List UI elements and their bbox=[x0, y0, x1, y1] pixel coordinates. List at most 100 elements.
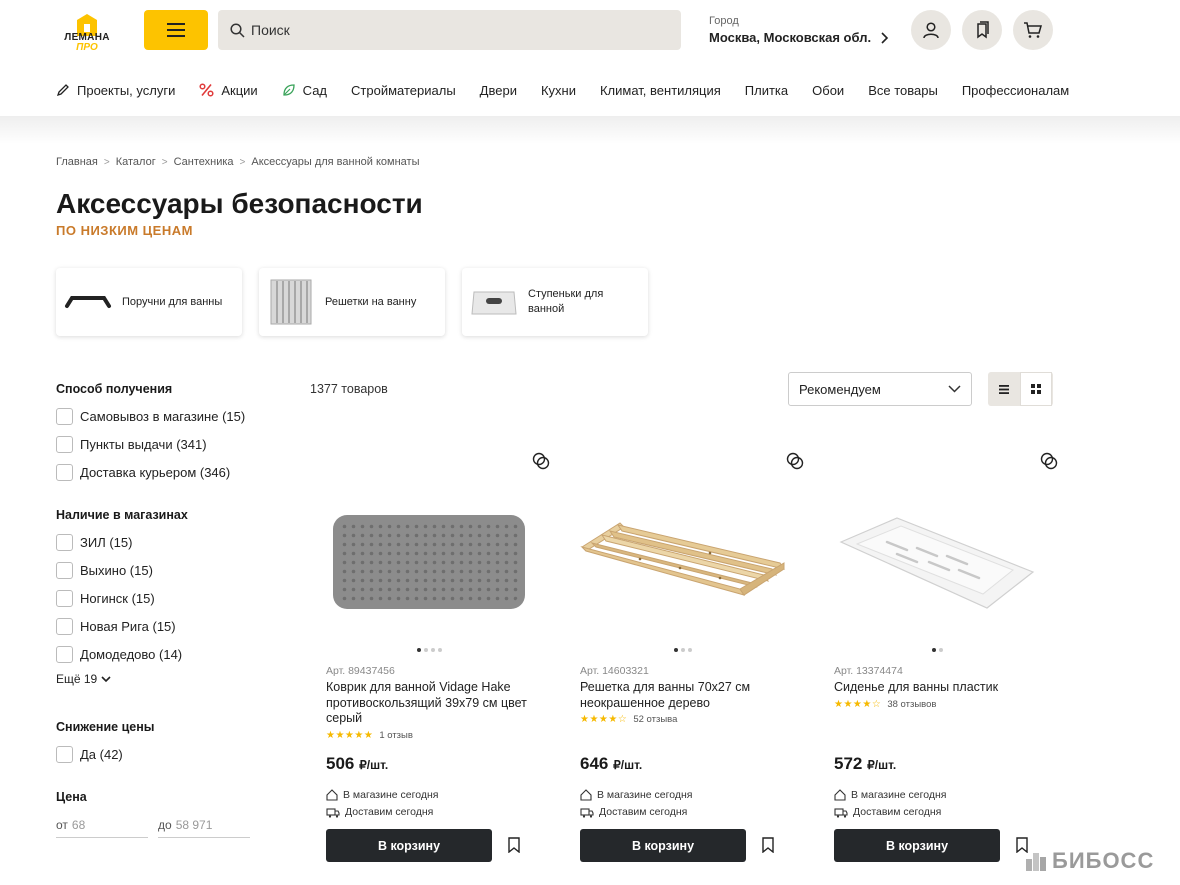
nav-item-all-goods[interactable]: Все товары bbox=[868, 83, 938, 98]
checkbox[interactable] bbox=[56, 407, 73, 425]
product-rating[interactable]: ★★★★☆ 38 отзывов bbox=[834, 699, 936, 710]
nav-item-professionals[interactable]: Профессионалам bbox=[962, 83, 1069, 98]
filter-option[interactable]: Выхино (15) bbox=[56, 556, 276, 584]
nav-label: Проекты, услуги bbox=[77, 82, 176, 98]
price-from-input[interactable]: от 68 bbox=[56, 818, 148, 838]
add-to-cart-button[interactable]: В корзину bbox=[834, 829, 1000, 862]
checkbox[interactable] bbox=[56, 463, 73, 481]
breadcrumb-item[interactable]: Сантехника bbox=[174, 156, 234, 168]
pagination-dot[interactable] bbox=[416, 648, 421, 652]
product-card[interactable]: Арт. 14603321 Решетка для ванны 70x27 см… bbox=[580, 450, 820, 870]
favorites-button[interactable] bbox=[962, 10, 1002, 50]
product-name[interactable]: Решетка для ванны 70x27 см неокрашенное … bbox=[580, 680, 795, 711]
checkbox[interactable] bbox=[56, 589, 73, 607]
bookmark-button[interactable] bbox=[508, 837, 520, 858]
pagination-dot[interactable] bbox=[938, 648, 943, 652]
image-pagination bbox=[326, 648, 532, 652]
catalog-menu-button[interactable] bbox=[144, 10, 208, 50]
checkbox[interactable] bbox=[56, 617, 73, 635]
filter-option[interactable]: ЗИЛ (15) bbox=[56, 528, 276, 556]
product-image[interactable] bbox=[834, 492, 1040, 632]
filter-title-price: Цена bbox=[56, 790, 87, 804]
compare-button[interactable] bbox=[1040, 452, 1058, 475]
percent-icon bbox=[199, 83, 214, 97]
pagination-dot[interactable] bbox=[437, 648, 442, 652]
product-article: Арт. 14603321 bbox=[580, 665, 649, 677]
show-more-stores-link[interactable]: Ещё 19 bbox=[56, 672, 276, 686]
pagination-dot[interactable] bbox=[423, 648, 428, 652]
breadcrumb-item[interactable]: Главная bbox=[56, 156, 98, 168]
filter-option[interactable]: Доставка курьером (346) bbox=[56, 458, 276, 486]
pagination-dot[interactable] bbox=[674, 648, 678, 652]
nav-item-garden[interactable]: Сад bbox=[282, 83, 327, 98]
checkbox[interactable] bbox=[56, 561, 73, 579]
filter-title-delivery: Способ получения bbox=[56, 382, 173, 396]
pagination-dot[interactable] bbox=[688, 648, 692, 652]
sort-select[interactable]: Рекомендуем bbox=[788, 372, 972, 406]
price-to-value: 58 971 bbox=[175, 818, 213, 832]
product-rating[interactable]: ★★★★★ 1 отзыв bbox=[326, 730, 413, 741]
add-to-cart-button[interactable]: В корзину bbox=[580, 829, 746, 862]
filter-option[interactable]: Ногинск (15) bbox=[56, 584, 276, 612]
category-card-steps[interactable]: Ступеньки для ванной bbox=[462, 268, 648, 336]
delivery-availability: Доставим сегодня bbox=[834, 806, 941, 818]
store-availability: В магазине сегодня bbox=[326, 789, 438, 801]
filter-option[interactable]: Самовывоз в магазине (15) bbox=[56, 402, 276, 430]
nav-item-wallpaper[interactable]: Обои bbox=[812, 83, 844, 98]
pagination-dot[interactable] bbox=[681, 648, 685, 652]
search-input[interactable]: Поиск bbox=[218, 10, 681, 50]
logo[interactable]: ЛЕМАНА ПРО bbox=[56, 8, 118, 56]
nav-item-kitchens[interactable]: Кухни bbox=[541, 83, 576, 98]
city-selector[interactable]: Город Москва, Московская обл. bbox=[709, 15, 889, 45]
image-pagination bbox=[834, 648, 1040, 652]
compare-button[interactable] bbox=[532, 452, 550, 475]
product-card[interactable]: Арт. 13374474 Сиденье для ванны пластик … bbox=[834, 450, 1074, 870]
compare-button[interactable] bbox=[786, 452, 804, 475]
pagination-dot[interactable] bbox=[430, 648, 435, 652]
product-rating[interactable]: ★★★★☆ 52 отзыва bbox=[580, 714, 677, 725]
checkbox[interactable] bbox=[56, 645, 73, 663]
cart-button[interactable] bbox=[1013, 10, 1053, 50]
checkbox[interactable] bbox=[56, 745, 73, 763]
category-card-handrails[interactable]: Поручни для ванны bbox=[56, 268, 242, 336]
product-card[interactable]: Арт. 89437456 Коврик для ванной Vidage H… bbox=[326, 450, 566, 870]
hamburger-icon bbox=[167, 23, 185, 37]
product-image[interactable] bbox=[326, 492, 532, 632]
nav-item-sales[interactable]: Акции bbox=[199, 83, 258, 98]
delivery-availability: Доставим сегодня bbox=[326, 806, 433, 818]
chevron-down-icon bbox=[101, 676, 111, 683]
add-to-cart-button[interactable]: В корзину bbox=[326, 829, 492, 862]
price-to-input[interactable]: до 58 971 bbox=[158, 818, 250, 838]
product-count: 1377 товаров bbox=[310, 382, 388, 396]
breadcrumb-item[interactable]: Каталог bbox=[116, 156, 156, 168]
delivery-availability-text: Доставим сегодня bbox=[345, 806, 434, 818]
nav-item-doors[interactable]: Двери bbox=[480, 83, 517, 98]
house-icon bbox=[580, 789, 592, 801]
price-value: 506 bbox=[326, 754, 355, 773]
breadcrumb-item[interactable]: Аксессуары для ванной комнаты bbox=[251, 156, 419, 168]
filter-option-label: ЗИЛ (15) bbox=[80, 534, 133, 550]
list-view-button[interactable] bbox=[988, 372, 1020, 406]
bookmark-button[interactable] bbox=[762, 837, 774, 858]
profile-button[interactable] bbox=[911, 10, 951, 50]
nav-item-tiles[interactable]: Плитка bbox=[745, 83, 788, 98]
filter-option[interactable]: Да (42) bbox=[56, 740, 276, 768]
filter-option-label: Домодедово (14) bbox=[80, 646, 183, 662]
bath-mat-image bbox=[333, 515, 525, 609]
category-card-grates[interactable]: Решетки на ванну bbox=[259, 268, 445, 336]
filter-option[interactable]: Домодедово (14) bbox=[56, 640, 276, 668]
grid-view-button[interactable] bbox=[1020, 372, 1052, 406]
product-name[interactable]: Сиденье для ванны пластик bbox=[834, 680, 1049, 696]
product-image[interactable] bbox=[580, 492, 786, 632]
pagination-dot[interactable] bbox=[931, 648, 936, 652]
nav-item-climate[interactable]: Климат, вентиляция bbox=[600, 83, 721, 98]
product-name[interactable]: Коврик для ванной Vidage Hake противоско… bbox=[326, 680, 541, 727]
user-icon bbox=[923, 22, 939, 39]
filter-option[interactable]: Новая Рига (15) bbox=[56, 612, 276, 640]
nav-item-materials[interactable]: Стройматериалы bbox=[351, 83, 456, 98]
truck-icon bbox=[834, 807, 848, 818]
nav-item-projects[interactable]: Проекты, услуги bbox=[56, 83, 175, 98]
checkbox[interactable] bbox=[56, 533, 73, 551]
filter-option[interactable]: Пункты выдачи (341) bbox=[56, 430, 276, 458]
checkbox[interactable] bbox=[56, 435, 73, 453]
